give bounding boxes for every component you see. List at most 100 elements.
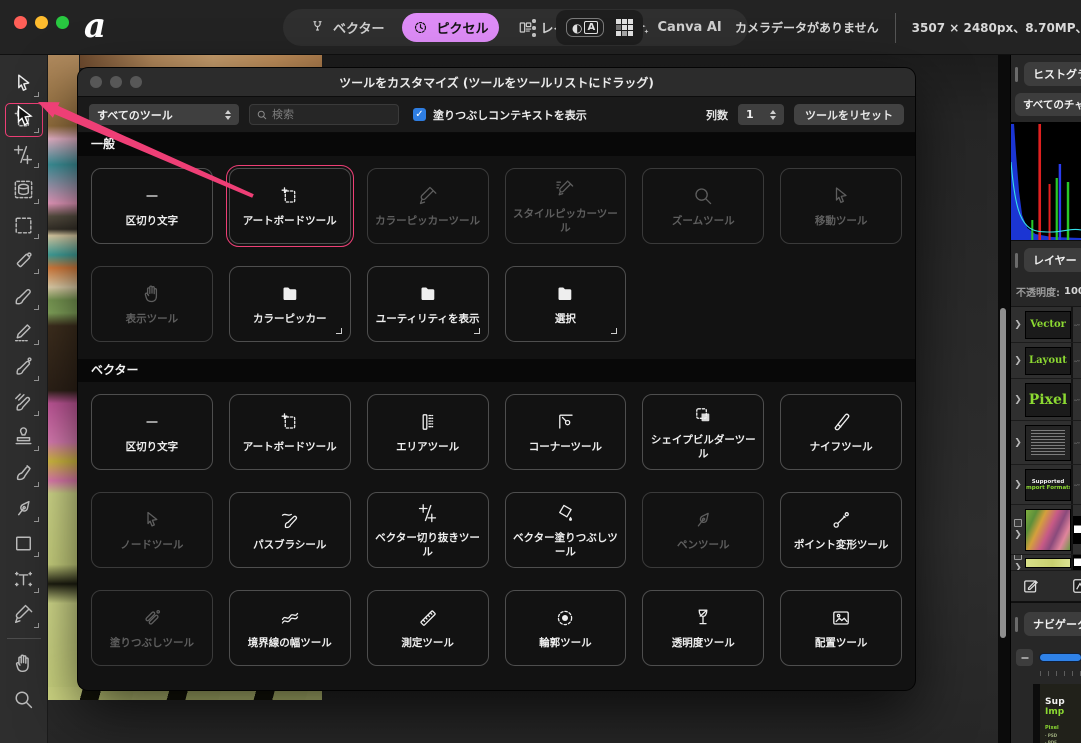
assistant-toggle-button[interactable]: ◐ A	[566, 18, 604, 37]
tool-tile-カラーピッカーツール[interactable]: カラーピッカーツール	[367, 168, 489, 244]
reset-tools-button[interactable]: ツールをリセット	[794, 104, 904, 125]
tool-tile-コーナーツール[interactable]: コーナーツール	[505, 394, 627, 470]
layer-expand-rail[interactable]: ❯	[1011, 320, 1025, 330]
tool-tile-スタイルピッカーツール[interactable]: スタイルピッカーツール	[505, 168, 627, 244]
zoom-tool[interactable]	[6, 682, 42, 717]
edit-layer-icon[interactable]	[1021, 576, 1041, 596]
layer-row-image[interactable]: ❯	[1011, 505, 1081, 555]
frame-text-tool[interactable]	[6, 561, 42, 596]
layer-row-Vector[interactable]: ❯Vector	[1011, 307, 1081, 343]
close-button[interactable]	[14, 16, 27, 29]
apps-grid-button[interactable]	[616, 19, 633, 36]
gradient-tool[interactable]	[6, 243, 42, 278]
mesh-warp-tool[interactable]	[6, 172, 42, 207]
shape-tool[interactable]	[6, 526, 42, 561]
pixel-pencil-tool[interactable]	[6, 314, 42, 349]
columns-stepper[interactable]: 1	[738, 104, 784, 125]
tool-tile-シェイプビルダーツール[interactable]: シェイプビルダーツール	[642, 394, 764, 470]
wet-brush-tool[interactable]	[6, 349, 42, 384]
color-picker-tool[interactable]	[6, 597, 42, 632]
tool-tile-選択[interactable]: 選択	[505, 266, 627, 342]
zoom-window-button[interactable]	[56, 16, 69, 29]
layer-row-text-small[interactable]: ❯SupportedImport Formats	[1011, 465, 1081, 505]
layer-expand-rail[interactable]: ❯	[1011, 438, 1025, 448]
opacity-value[interactable]: 100	[1064, 286, 1081, 297]
channels-dropdown[interactable]: すべてのチャ	[1015, 93, 1081, 116]
tool-tile-移動ツール[interactable]: 移動ツール	[780, 168, 902, 244]
tool-tile-測定ツール[interactable]: 測定ツール	[367, 590, 489, 666]
tool-tile-塗りつぶしツール[interactable]: 塗りつぶしツール	[91, 590, 213, 666]
layer-expand-rail[interactable]: ❯	[1011, 395, 1025, 405]
tab-navigator[interactable]: ナビゲータ	[1024, 612, 1081, 636]
zoom-out-button[interactable]	[1016, 649, 1033, 666]
rect-icon	[11, 531, 36, 556]
tool-tile-区切り文字[interactable]: 区切り文字	[91, 168, 213, 244]
clone-stamp-tool[interactable]	[6, 420, 42, 455]
tool-tile-ナイフツール[interactable]: ナイフツール	[780, 394, 902, 470]
tile-label: カラーピッカー	[253, 312, 327, 326]
tool-tile-アートボードツール[interactable]: アートボードツール	[229, 394, 351, 470]
layer-expand-rail[interactable]: ❯	[1011, 519, 1025, 540]
layer-extra-cell[interactable]	[1071, 307, 1081, 342]
navigator-preview[interactable]: Sup Imp Pixel · PSD· PDF· JPEG· TIFF· PN…	[1033, 684, 1081, 743]
tool-tile-表示ツール[interactable]: 表示ツール	[91, 266, 213, 342]
pen-tool[interactable]	[6, 491, 42, 526]
panel-grip[interactable]	[1015, 253, 1018, 268]
layer-row-image-partial[interactable]: ❯	[1011, 555, 1081, 571]
tool-tile-ポイント変形ツール[interactable]: ポイント変形ツール	[780, 492, 902, 568]
tool-tile-ベクター切り抜きツール[interactable]: ベクター切り抜きツール	[367, 492, 489, 568]
layer-extra-cell[interactable]	[1071, 421, 1081, 464]
persona-tab-ベクター[interactable]: ベクター	[299, 13, 394, 42]
tool-tile-ノードツール[interactable]: ノードツール	[91, 492, 213, 568]
layer-row-Pixel[interactable]: ❯Pixel	[1011, 379, 1081, 421]
tab-histogram[interactable]: ヒストグラ	[1024, 62, 1081, 86]
search-input[interactable]	[272, 108, 392, 121]
tool-tile-透明度ツール[interactable]: 透明度ツール	[642, 590, 764, 666]
adjustment-icon[interactable]	[1070, 576, 1081, 596]
layer-mask-cell[interactable]	[1071, 505, 1081, 554]
panel-grip[interactable]	[1015, 617, 1018, 632]
tool-tile-ズームツール[interactable]: ズームツール	[642, 168, 764, 244]
tool-tile-カラーピッカー[interactable]: カラーピッカー	[229, 266, 351, 342]
layer-extra-cell[interactable]	[1071, 379, 1081, 420]
smudge-tool[interactable]	[6, 455, 42, 490]
layer-expand-rail[interactable]: ❯	[1011, 356, 1025, 366]
vertical-scrollbar[interactable]	[1000, 308, 1006, 638]
tool-tile-配置ツール[interactable]: 配置ツール	[780, 590, 902, 666]
layer-expand-rail[interactable]: ❯	[1011, 480, 1025, 490]
move-tool[interactable]	[6, 66, 42, 101]
tool-tile-輪郭ツール[interactable]: 輪郭ツール	[505, 590, 627, 666]
panel-grip[interactable]	[1015, 67, 1018, 82]
tool-tile-パスブラシール[interactable]: パスブラシール	[229, 492, 351, 568]
tool-tile-区切り文字[interactable]: 区切り文字	[91, 394, 213, 470]
layer-thumbnail: Pixel	[1025, 383, 1071, 417]
tool-tile-ユーティリティを表示[interactable]: ユーティリティを表示	[367, 266, 489, 342]
vector-crop-tool[interactable]	[6, 137, 42, 172]
tool-tile-アートボードツール[interactable]: アートボードツール	[229, 168, 351, 244]
layer-row-Layout[interactable]: ❯Layout	[1011, 343, 1081, 379]
paint-brush-tool[interactable]	[6, 278, 42, 313]
navigator-zoom-slider[interactable]	[1040, 654, 1081, 661]
layer-expand-rail[interactable]: ❯	[1011, 555, 1025, 571]
view-tool[interactable]	[6, 646, 42, 681]
layer-extra-cell[interactable]	[1071, 465, 1081, 504]
mixer-brush-tool[interactable]	[6, 385, 42, 420]
brush-icon	[11, 284, 36, 309]
tool-search-field[interactable]	[249, 104, 399, 125]
topbar-toggles: ◐ A	[556, 10, 643, 45]
tool-tile-エリアツール[interactable]: エリアツール	[367, 394, 489, 470]
layer-row-text-list[interactable]: ❯	[1011, 421, 1081, 465]
tool-filter-dropdown[interactable]: すべてのツール	[89, 104, 239, 125]
layer-mask-cell[interactable]	[1071, 555, 1081, 570]
checkbox-checked-icon[interactable]: ✓	[413, 108, 426, 121]
tool-tile-ベクター塗りつぶしツール[interactable]: ベクター塗りつぶしツール	[505, 492, 627, 568]
marquee-selection-tool[interactable]	[6, 208, 42, 243]
tool-tile-ペンツール[interactable]: ペンツール	[642, 492, 764, 568]
tab-layers[interactable]: レイヤー	[1024, 248, 1081, 272]
dropper-icon	[416, 184, 440, 208]
tool-tile-境界線の幅ツール[interactable]: 境界線の幅ツール	[229, 590, 351, 666]
persona-tab-ピクセル[interactable]: ピクセル	[402, 13, 498, 42]
more-options-button[interactable]	[528, 17, 540, 39]
minimize-button[interactable]	[35, 16, 48, 29]
layer-extra-cell[interactable]	[1071, 343, 1081, 378]
